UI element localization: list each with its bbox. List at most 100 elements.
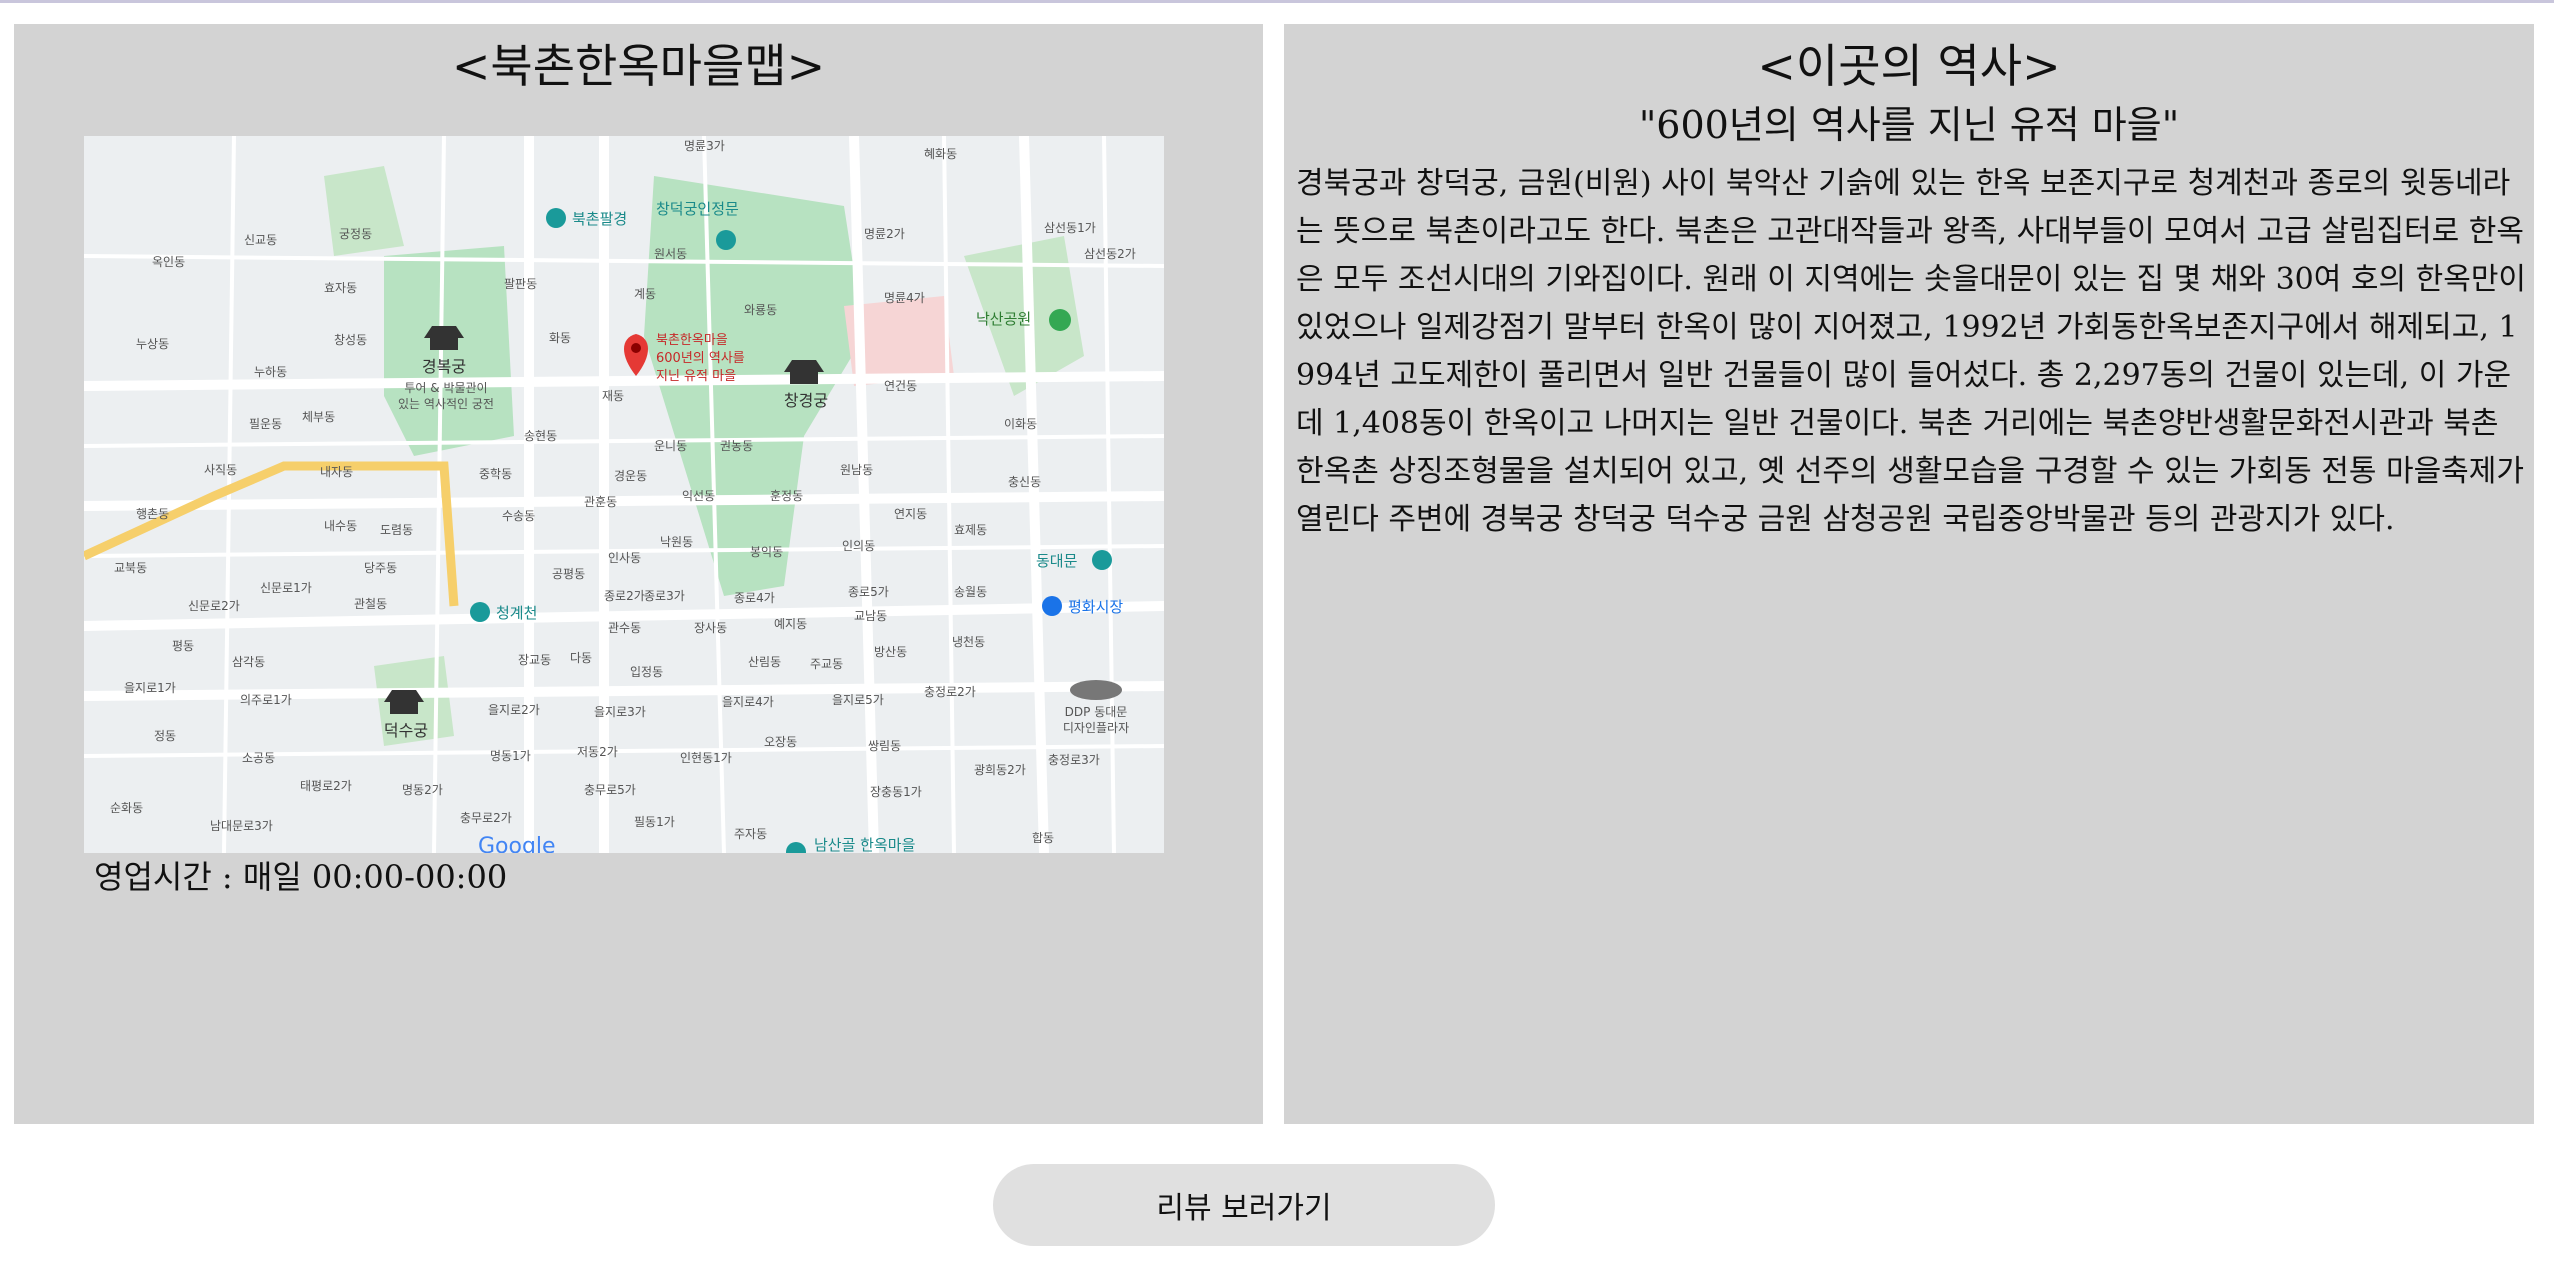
district-label: 을지로1가 [124,681,176,695]
district-label: 교남동 [854,609,887,623]
district-label: 익선동 [682,489,715,503]
district-label: 을지로2가 [488,703,540,717]
district-label: 입정동 [630,665,663,679]
district-label: 경운동 [614,469,647,483]
district-label: 필운동 [249,417,282,431]
changdeokgung-gate-label: 창덕궁인정문 [656,200,739,218]
district-label: 이화동 [1004,417,1037,431]
map-panel-title: <북촌한옥마을맵> [451,39,826,93]
district-label: 팔판동 [504,277,537,291]
gate-icon [1092,550,1112,570]
district-label: 주자동 [734,827,767,841]
naksan-park-label: 낙산공원 [976,310,1031,328]
district-label: 관철동 [354,597,387,611]
district-label: 충신동 [1008,475,1041,489]
ddp-marker[interactable]: DDP 동대문 디자인플라자 [1063,680,1129,735]
district-label: 명륜4가 [884,291,925,305]
shopping-cart-icon [1042,596,1062,616]
pyeonghwa-market-marker[interactable]: 평화시장 [1042,596,1123,616]
district-label: 원남동 [840,463,873,477]
district-label: 관훈동 [584,495,617,509]
cheonggyecheon-marker[interactable]: 청계천 [470,602,537,622]
district-label: 냉천동 [952,634,985,649]
district-label: 내수동 [324,519,357,533]
district-label: 도렴동 [380,523,413,537]
district-label: 소공동 [242,751,275,765]
district-label: 효제동 [954,523,987,537]
district-label: 을지로3가 [594,705,646,719]
google-logo: Google [478,834,556,853]
district-label: 주교동 [810,657,843,671]
district-label: 인사동 [608,551,641,565]
district-label: 종로5가 [848,585,889,599]
district-label: 연건동 [884,379,917,393]
district-label: 합동 [1032,831,1054,845]
district-label: 명동1가 [490,749,531,763]
district-label: 예지동 [774,617,807,631]
ddp-label: DDP 동대문 [1065,705,1128,719]
district-label: 남대문로3가 [210,819,273,833]
dongdaemun-label: 동대문 [1036,552,1078,570]
district-label: 혜화동 [924,147,957,161]
district-label: 충무로2가 [460,811,512,825]
district-label: 삼선동1가 [1044,221,1096,235]
pin-title: 북촌한옥마을 [656,333,728,348]
district-label: 송현동 [524,429,557,443]
district-label: 명륜2가 [864,227,905,241]
bukchon-palgyeong-marker[interactable]: 북촌팔경 [546,208,627,228]
district-label: 저동2가 [577,745,618,759]
district-label: 을지로4가 [722,695,774,709]
namsangol-label: 남산골 한옥마을 [814,836,915,853]
district-label: 신교동 [244,233,277,247]
district-label: 순화동 [110,801,143,815]
district-label: 사직동 [204,463,237,477]
history-subtitle: "600년의 역사를 지닌 유적 마을" [1638,103,2180,147]
district-label: 태평로2가 [300,779,352,793]
district-label: 장교동 [518,653,551,667]
district-label: 의주로1가 [240,693,292,707]
district-label: 체부동 [302,410,335,424]
district-label: 명륜3가 [684,139,725,153]
gyeongbokgung-sub2: 있는 역사적인 궁전 [398,397,494,411]
district-label: 을지로5가 [832,693,884,707]
top-divider [0,0,2554,3]
naksan-park-marker[interactable]: 낙산공원 [976,309,1071,331]
palace-icon-base [430,338,458,350]
district-label: 행촌동 [136,506,169,521]
tree-icon [1049,309,1071,331]
district-label: 궁정동 [339,227,372,241]
district-label: 옥인동 [152,255,185,269]
district-label: 수송동 [502,509,535,523]
district-label: 누하동 [254,365,287,379]
district-label: 신문로2가 [188,599,240,613]
dongdaemun-marker[interactable]: 동대문 [1036,550,1112,570]
gyeongbokgung-label: 경복궁 [422,357,466,376]
district-label: 장충동1가 [870,785,922,799]
district-label: 평동 [172,639,194,653]
district-label: 장사동 [694,621,727,635]
district-label: 종로2가 [604,589,645,603]
palace-icon-base [790,372,818,384]
district-label: 쌍림동 [868,739,901,753]
history-text: 경북궁과 창덕궁, 금원(비원) 사이 북악산 기슭에 있는 한옥 보존지구로 … [1296,166,2527,537]
bukchon-palgyeong-label: 북촌팔경 [572,210,627,228]
district-label: 종로4가 [734,591,775,605]
pyeonghwa-market-label: 평화시장 [1068,598,1123,616]
map-panel: <북촌한옥마을맵> 명륜3가 혜화동 궁정동 신교동 옥인동 효자동 팔판동 원… [14,24,1263,1124]
district-label: 낙원동 [660,535,693,549]
view-reviews-button[interactable]: 리뷰 보러가기 [993,1164,1495,1246]
history-panel: <이곳의 역사> "600년의 역사를 지닌 유적 마을" 경북궁과 창덕궁, … [1284,24,2534,1124]
district-label: 산림동 [748,655,781,669]
district-label: 종로3가 [644,589,685,603]
district-label: 재동 [602,389,624,403]
bukchon-map[interactable]: 명륜3가 혜화동 궁정동 신교동 옥인동 효자동 팔판동 원서동 계동 명륜2가… [84,136,1164,853]
district-label: 원서동 [654,247,687,261]
district-label: 충무로5가 [584,783,636,797]
district-label: 정동 [154,729,176,743]
district-label: 공평동 [552,567,585,581]
deoksugung-label: 덕수궁 [384,721,428,740]
district-label: 관수동 [608,621,641,635]
history-panel-title: <이곳의 역사> [1757,39,2061,93]
district-label: 효자동 [324,281,357,295]
district-label: 방산동 [874,645,907,659]
